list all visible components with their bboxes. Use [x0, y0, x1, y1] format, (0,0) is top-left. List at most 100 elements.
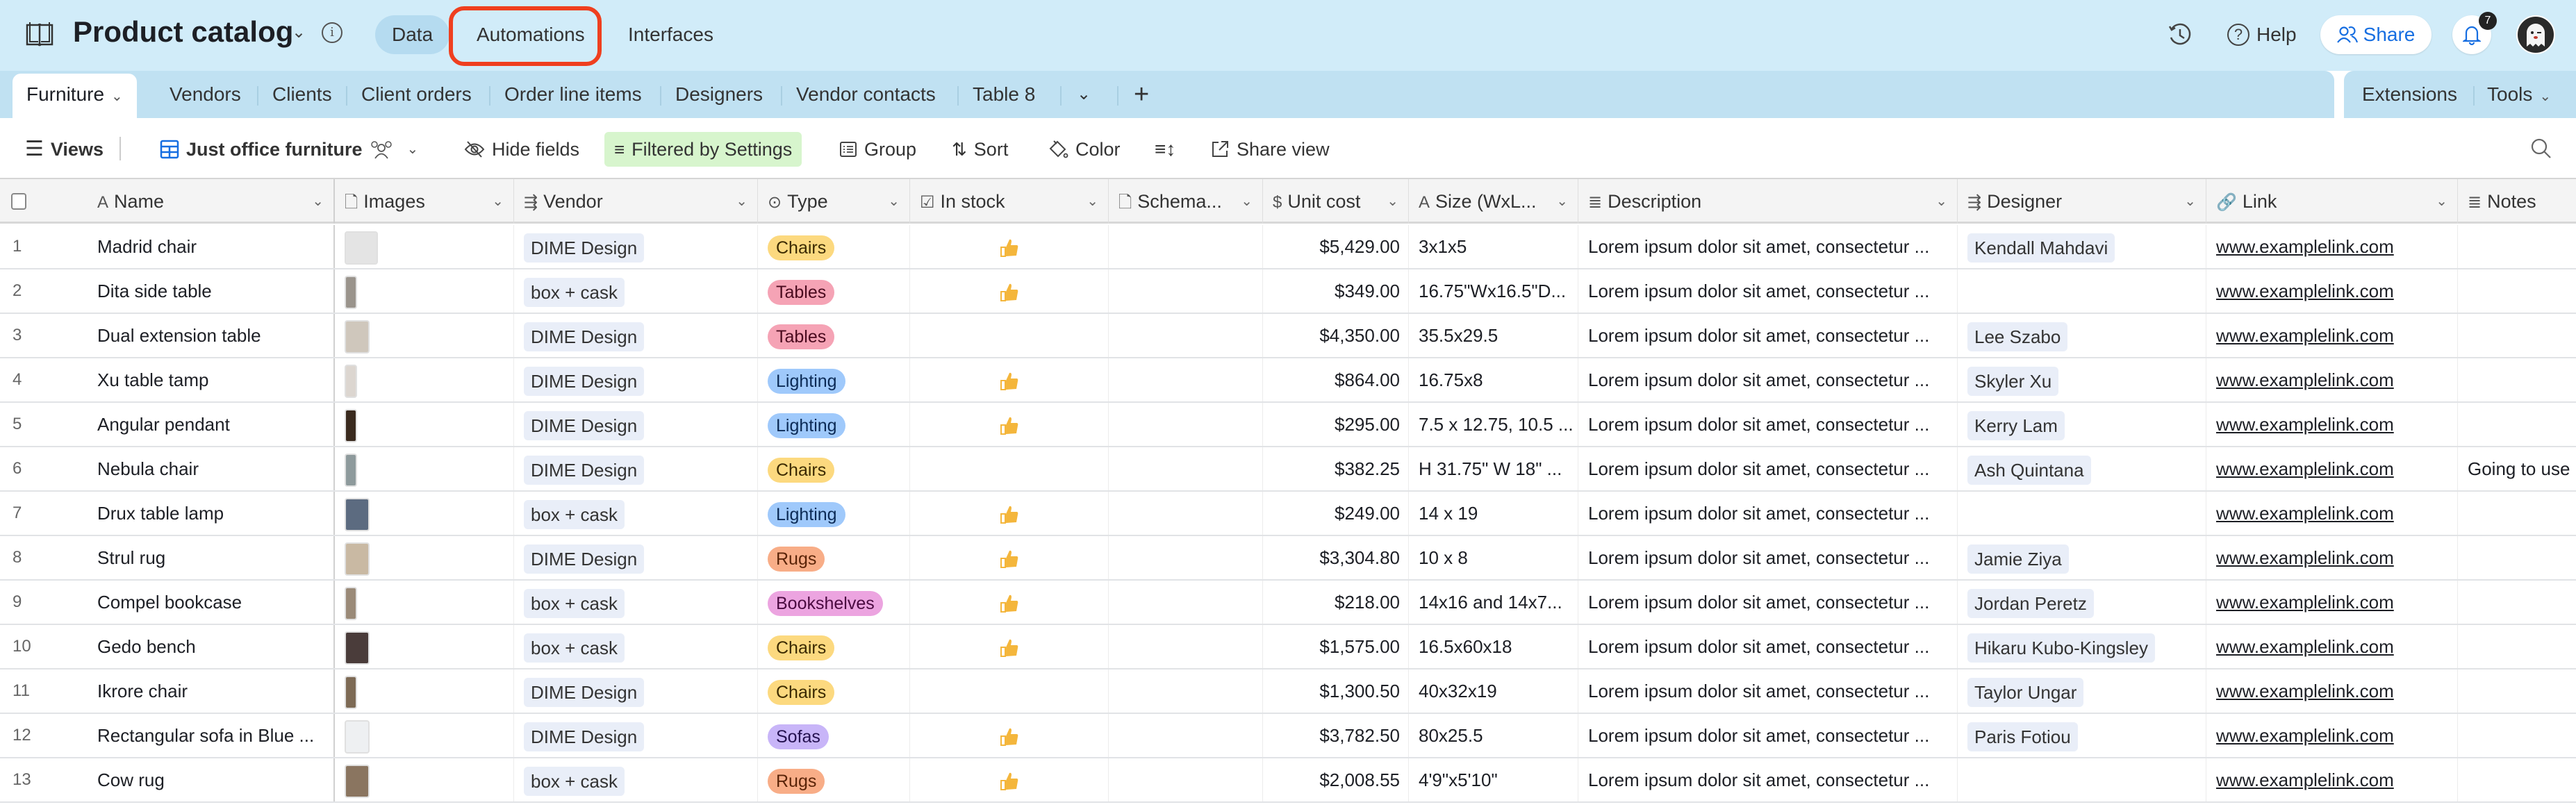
description-cell[interactable]: Lorem ipsum dolor sit amet, consectetur …: [1578, 758, 1958, 801]
description-cell[interactable]: Lorem ipsum dolor sit amet, consectetur …: [1578, 492, 1958, 535]
schema-cell[interactable]: [1109, 536, 1263, 579]
vendor-chip[interactable]: box + cask: [524, 767, 625, 797]
name-cell[interactable]: Dita side table: [88, 269, 335, 313]
name-cell[interactable]: Ikrore chair: [88, 669, 335, 713]
nav-interfaces[interactable]: Interfaces: [611, 15, 730, 54]
vendor-cell[interactable]: DIME Design: [514, 358, 758, 401]
thumbs-up-icon[interactable]: [999, 371, 1020, 392]
column-header-images[interactable]: 🗋 Images ⌄: [335, 179, 514, 224]
designer-chip[interactable]: Kendall Mahdavi: [1967, 233, 2115, 263]
hide-fields-button[interactable]: Hide fields: [464, 132, 579, 167]
table-row[interactable]: 13 Cow rug box + cask Rugs $2,008.55 4'9"x5'1…: [0, 758, 2576, 803]
chevron-down-icon[interactable]: ⌄: [1387, 179, 1398, 224]
chevron-down-icon[interactable]: ⌄: [1556, 179, 1568, 224]
vendor-chip[interactable]: DIME Design: [524, 367, 645, 397]
schema-cell[interactable]: [1109, 492, 1263, 535]
images-cell[interactable]: [335, 269, 514, 313]
in-stock-cell[interactable]: [910, 581, 1109, 624]
type-cell[interactable]: Tables: [758, 314, 910, 357]
type-cell[interactable]: Rugs: [758, 758, 910, 801]
designer-chip[interactable]: Kerry Lam: [1967, 411, 2065, 441]
table-row[interactable]: 3 Dual extension table DIME Design Tables $4…: [0, 314, 2576, 358]
table-row[interactable]: 1 Madrid chair DIME Design Chairs $5,429.00 3…: [0, 225, 2576, 269]
history-icon[interactable]: [2168, 22, 2193, 47]
type-cell[interactable]: Lighting: [758, 403, 910, 446]
link-cell[interactable]: www.examplelink.com: [2206, 447, 2458, 490]
nav-automations[interactable]: Automations: [460, 15, 602, 54]
vendor-cell[interactable]: DIME Design: [514, 403, 758, 446]
share-view-button[interactable]: Share view: [1210, 132, 1330, 167]
in-stock-cell[interactable]: [910, 758, 1109, 801]
vendor-chip[interactable]: box + cask: [524, 278, 625, 308]
link-cell[interactable]: www.examplelink.com: [2206, 492, 2458, 535]
vendor-cell[interactable]: DIME Design: [514, 669, 758, 713]
type-cell[interactable]: Tables: [758, 269, 910, 313]
chevron-down-icon[interactable]: ⌄: [312, 179, 324, 224]
column-header-unit-cost[interactable]: $ Unit cost ⌄: [1263, 179, 1409, 224]
size-cell[interactable]: 14x16 and 14x7...: [1409, 581, 1578, 624]
notes-cell[interactable]: [2458, 492, 2576, 535]
description-cell[interactable]: Lorem ipsum dolor sit amet, consectetur …: [1578, 403, 1958, 446]
chevron-down-icon[interactable]: ⌄: [292, 22, 306, 42]
image-thumbnail[interactable]: [345, 454, 357, 488]
type-cell[interactable]: Chairs: [758, 669, 910, 713]
link-cell[interactable]: www.examplelink.com: [2206, 758, 2458, 801]
table-row[interactable]: 7 Drux table lamp box + cask Lighting $249.0…: [0, 492, 2576, 536]
notes-cell[interactable]: Going to use: [2458, 447, 2576, 490]
type-cell[interactable]: Chairs: [758, 447, 910, 490]
notes-cell[interactable]: [2458, 269, 2576, 313]
link-cell[interactable]: www.examplelink.com: [2206, 314, 2458, 357]
description-cell[interactable]: Lorem ipsum dolor sit amet, consectetur …: [1578, 269, 1958, 313]
designer-chip[interactable]: Hikaru Kubo-Kingsley: [1967, 633, 2156, 663]
notes-cell[interactable]: [2458, 669, 2576, 713]
image-thumbnail[interactable]: [345, 409, 357, 443]
description-cell[interactable]: Lorem ipsum dolor sit amet, consectetur …: [1578, 714, 1958, 757]
column-header-notes[interactable]: ≣ Notes: [2458, 179, 2576, 224]
image-thumbnail[interactable]: [345, 676, 357, 710]
size-cell[interactable]: 16.75x8: [1409, 358, 1578, 401]
images-cell[interactable]: [335, 225, 514, 268]
images-cell[interactable]: [335, 492, 514, 535]
in-stock-cell[interactable]: [910, 669, 1109, 713]
schema-cell[interactable]: [1109, 403, 1263, 446]
more-tables-icon[interactable]: ⌄: [1063, 71, 1105, 118]
column-header-type[interactable]: ⊙ Type ⌄: [758, 179, 910, 224]
link-cell[interactable]: www.examplelink.com: [2206, 714, 2458, 757]
vendor-chip[interactable]: DIME Design: [524, 233, 645, 263]
chevron-down-icon[interactable]: ⌄: [492, 179, 504, 224]
name-cell[interactable]: Angular pendant: [88, 403, 335, 446]
thumbs-up-icon[interactable]: [999, 726, 1020, 747]
name-cell[interactable]: Gedo bench: [88, 625, 335, 668]
unit-cost-cell[interactable]: $1,300.50: [1263, 669, 1409, 713]
images-cell[interactable]: [335, 536, 514, 579]
description-cell[interactable]: Lorem ipsum dolor sit amet, consectetur …: [1578, 314, 1958, 357]
in-stock-cell[interactable]: [910, 225, 1109, 268]
vendor-cell[interactable]: DIME Design: [514, 225, 758, 268]
size-cell[interactable]: 80x25.5: [1409, 714, 1578, 757]
tab-designers[interactable]: Designers: [661, 71, 777, 118]
chevron-down-icon[interactable]: ⌄: [888, 179, 900, 224]
tab-client-orders[interactable]: Client orders: [347, 71, 486, 118]
vendor-chip[interactable]: DIME Design: [524, 544, 645, 574]
url-link[interactable]: www.examplelink.com: [2216, 369, 2394, 390]
unit-cost-cell[interactable]: $218.00: [1263, 581, 1409, 624]
description-cell[interactable]: Lorem ipsum dolor sit amet, consectetur …: [1578, 669, 1958, 713]
in-stock-cell[interactable]: [910, 269, 1109, 313]
table-row[interactable]: 10 Gedo bench box + cask Chairs $1,575.00 16.…: [0, 625, 2576, 669]
tab-clients[interactable]: Clients: [258, 71, 346, 118]
url-link[interactable]: www.examplelink.com: [2216, 592, 2394, 613]
notes-cell[interactable]: [2458, 625, 2576, 668]
vendor-chip[interactable]: box + cask: [524, 500, 625, 530]
unit-cost-cell[interactable]: $1,575.00: [1263, 625, 1409, 668]
link-cell[interactable]: www.examplelink.com: [2206, 669, 2458, 713]
chevron-down-icon[interactable]: ⌄: [2436, 179, 2447, 224]
in-stock-cell[interactable]: [910, 536, 1109, 579]
size-cell[interactable]: 16.75"Wx16.5"D...: [1409, 269, 1578, 313]
chevron-down-icon[interactable]: ⌄: [1087, 179, 1098, 224]
url-link[interactable]: www.examplelink.com: [2216, 547, 2394, 568]
designer-cell[interactable]: Taylor Ungar: [1958, 669, 2206, 713]
description-cell[interactable]: Lorem ipsum dolor sit amet, consectetur …: [1578, 581, 1958, 624]
images-cell[interactable]: [335, 581, 514, 624]
table-row[interactable]: 9 Compel bookcase box + cask Bookshelves $21…: [0, 581, 2576, 625]
unit-cost-cell[interactable]: $249.00: [1263, 492, 1409, 535]
